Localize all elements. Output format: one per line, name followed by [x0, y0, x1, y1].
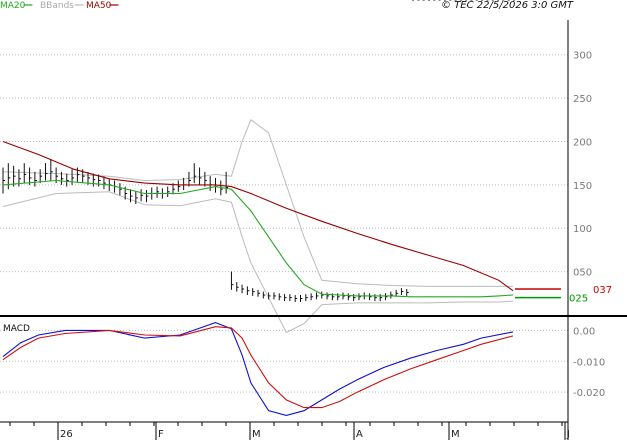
last-value-label: 025	[569, 294, 588, 305]
legend-item-ma50: MA50	[86, 1, 112, 11]
x-axis-month-label: F	[158, 429, 164, 440]
main-y-tick-label: 200	[573, 137, 592, 148]
last-value-label: 037	[593, 285, 612, 296]
main-y-tick-label: 250	[573, 94, 592, 105]
main-y-tick-label: 100	[573, 224, 592, 235]
x-axis-month-label: M	[252, 429, 261, 440]
macd-y-tick-label: -0.020	[573, 388, 605, 399]
legend-item-ma20: MA20	[0, 1, 26, 11]
legend: MA20 BBands MA50	[0, 1, 119, 11]
macd-y-tick-label: -0.010	[573, 357, 605, 368]
x-axis-month-label: M	[451, 429, 460, 440]
x-axis-month-label: 26	[60, 429, 73, 440]
macd-y-tick-label: 0.00	[573, 326, 595, 337]
x-axis-month-label: A	[356, 429, 363, 440]
chart-background	[0, 0, 627, 440]
main-y-tick-label: 050	[573, 268, 592, 279]
legend-item-bbands: BBands	[40, 1, 74, 11]
chart-canvas: 037 025 300 250 200 150 100 050 0.00 -0.010 -0.02…	[0, 0, 627, 440]
main-y-tick-label: 300	[573, 51, 592, 62]
stock-chart: 037 025 300 250 200 150 100 050 0.00 -0.010 -0.02…	[0, 0, 627, 440]
main-y-tick-label: 150	[573, 181, 592, 192]
x-axis-month-label: J	[566, 429, 570, 440]
timestamp: © TEC 22/5/2026 3:0 GMT	[441, 0, 574, 11]
macd-panel-title: MACD	[3, 324, 30, 334]
